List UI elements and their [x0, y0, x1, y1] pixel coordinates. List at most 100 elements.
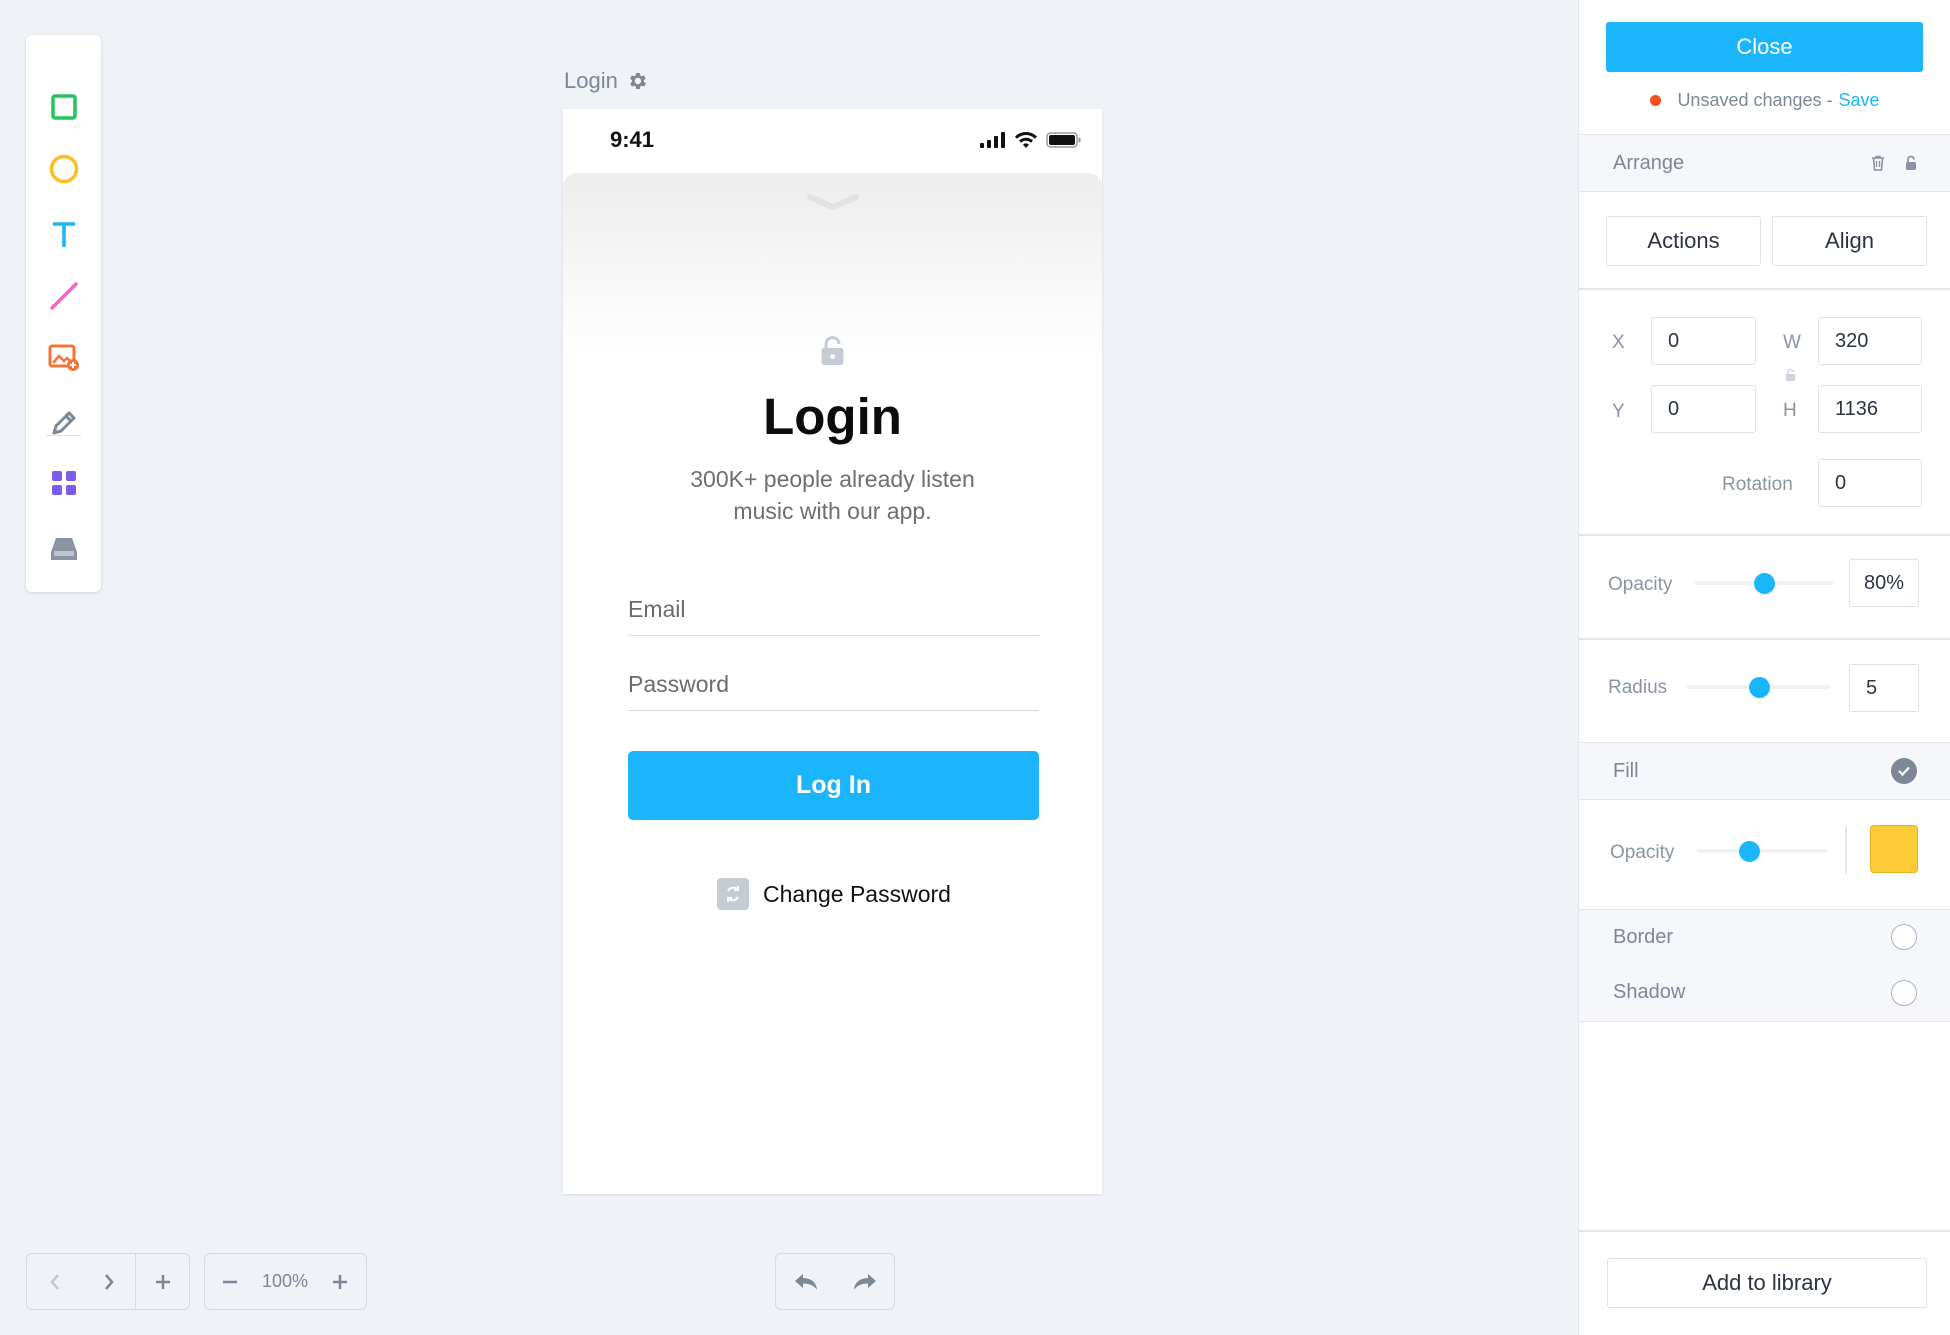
w-label: W: [1783, 332, 1801, 353]
shadow-label: Shadow: [1613, 981, 1686, 1003]
change-password-link[interactable]: Change Password: [717, 878, 951, 910]
shadow-section-header: Shadow: [1579, 964, 1950, 1022]
lock-icon: [821, 336, 844, 365]
close-button[interactable]: Close: [1606, 22, 1923, 72]
chevron-left-icon: [50, 1273, 59, 1290]
width-input[interactable]: 320: [1818, 317, 1922, 365]
rotation-input[interactable]: 0: [1818, 459, 1922, 507]
minus-icon: [223, 1280, 237, 1283]
fill-label: Fill: [1613, 759, 1639, 782]
trash-icon[interactable]: [1871, 155, 1885, 171]
components-tool[interactable]: [26, 453, 101, 513]
login-subtitle-line-2: music with our app.: [733, 498, 932, 524]
rectangle-tool[interactable]: [26, 77, 101, 137]
next-page-button[interactable]: [83, 1254, 135, 1309]
change-password-label: Change Password: [763, 880, 951, 907]
actions-button[interactable]: Actions: [1606, 216, 1761, 266]
fill-toggle[interactable]: [1891, 758, 1917, 784]
gear-icon[interactable]: [626, 70, 648, 92]
shadow-toggle[interactable]: [1891, 979, 1917, 1006]
password-input[interactable]: [628, 661, 1039, 707]
battery-icon: [1046, 132, 1081, 148]
circle-icon: [49, 154, 78, 184]
y-label: Y: [1612, 401, 1625, 422]
grid-icon: [51, 471, 76, 495]
radius-input[interactable]: 5: [1849, 664, 1919, 712]
x-input[interactable]: 0: [1651, 317, 1756, 365]
fill-opacity-slider-track: [1697, 849, 1827, 853]
chevron-down-icon[interactable]: [807, 193, 859, 211]
add-to-library-button[interactable]: Add to library: [1607, 1258, 1927, 1308]
zoom-level[interactable]: 100%: [255, 1254, 315, 1309]
library-tool[interactable]: [26, 519, 101, 579]
fill-opacity-slider-thumb[interactable]: [1739, 841, 1760, 862]
y-input[interactable]: 0: [1651, 385, 1756, 433]
login-subtitle-line-1: 300K+ people already listen: [690, 466, 975, 492]
border-section-header: Border: [1579, 909, 1950, 965]
divider: [1579, 288, 1950, 290]
redo-icon: [853, 1273, 876, 1289]
unlock-icon[interactable]: [1905, 155, 1917, 171]
zoom-controls: 100%: [204, 1253, 367, 1310]
email-field: [628, 586, 1039, 636]
square-icon: [50, 94, 77, 120]
opacity-slider[interactable]: [1694, 571, 1834, 595]
add-page-button[interactable]: [136, 1254, 189, 1309]
save-link[interactable]: Save: [1839, 90, 1880, 111]
height-input[interactable]: 1136: [1818, 385, 1922, 433]
rotation-label: Rotation: [1722, 474, 1793, 495]
ellipse-tool[interactable]: [26, 139, 101, 199]
radius-slider[interactable]: [1687, 675, 1830, 699]
pen-tool[interactable]: [26, 393, 101, 453]
previous-page-button[interactable]: [27, 1254, 83, 1309]
unsaved-text: Unsaved changes -: [1677, 90, 1833, 110]
text-icon: [52, 222, 75, 247]
fill-opacity-slider[interactable]: [1697, 839, 1827, 863]
divider: [1579, 1230, 1950, 1232]
chevron-right-icon: [104, 1273, 114, 1290]
arrange-label: Arrange: [1613, 151, 1685, 174]
zoom-in-button[interactable]: [315, 1254, 365, 1309]
zoom-out-button[interactable]: [205, 1254, 255, 1309]
inspector-panel: Close Unsaved changes - Save Arrange Act…: [1578, 0, 1950, 1335]
login-button[interactable]: Log In: [628, 751, 1039, 820]
email-input[interactable]: [628, 586, 1039, 632]
divider: [1579, 534, 1950, 536]
tray-icon: [50, 538, 77, 560]
text-tool[interactable]: [26, 205, 101, 265]
status-time: 9:41: [610, 127, 655, 152]
radius-slider-thumb[interactable]: [1748, 677, 1770, 698]
artboard-label[interactable]: Login: [564, 68, 648, 94]
border-toggle[interactable]: [1891, 924, 1917, 950]
undo-icon: [795, 1273, 817, 1289]
opacity-label: Opacity: [1608, 574, 1673, 595]
image-icon: [48, 344, 79, 371]
divider: [1579, 638, 1950, 640]
status-icons: [980, 131, 1082, 149]
login-subtitle: 300K+ people already listen music with o…: [663, 463, 1002, 527]
password-field: [628, 661, 1039, 711]
plus-icon: [333, 1274, 347, 1289]
pencil-icon: [52, 411, 75, 435]
x-label: X: [1612, 332, 1625, 353]
ios-status-bar: 9:41: [563, 109, 1102, 173]
aspect-lock-icon[interactable]: [1785, 368, 1796, 382]
line-tool[interactable]: [26, 266, 101, 326]
unsaved-status: Unsaved changes - Save: [1579, 90, 1950, 111]
signal-icon: [980, 132, 1005, 148]
h-label: H: [1783, 400, 1797, 421]
line-icon: [49, 282, 78, 310]
border-label: Border: [1613, 925, 1674, 948]
undo-button[interactable]: [776, 1254, 836, 1309]
align-button[interactable]: Align: [1772, 216, 1927, 266]
redo-button[interactable]: [836, 1254, 893, 1309]
image-tool[interactable]: [26, 328, 101, 388]
fill-color-swatch[interactable]: [1870, 825, 1918, 873]
opacity-slider-thumb[interactable]: [1754, 573, 1775, 594]
check-icon: [1898, 766, 1910, 777]
artboard-frame[interactable]: 9:41 Login 300K+ people already listen m…: [563, 109, 1102, 1194]
plus-icon: [155, 1274, 170, 1289]
opacity-input[interactable]: 80%: [1849, 559, 1919, 607]
fill-section-header: Fill: [1579, 742, 1950, 800]
page-navigation-controls: [26, 1253, 190, 1310]
